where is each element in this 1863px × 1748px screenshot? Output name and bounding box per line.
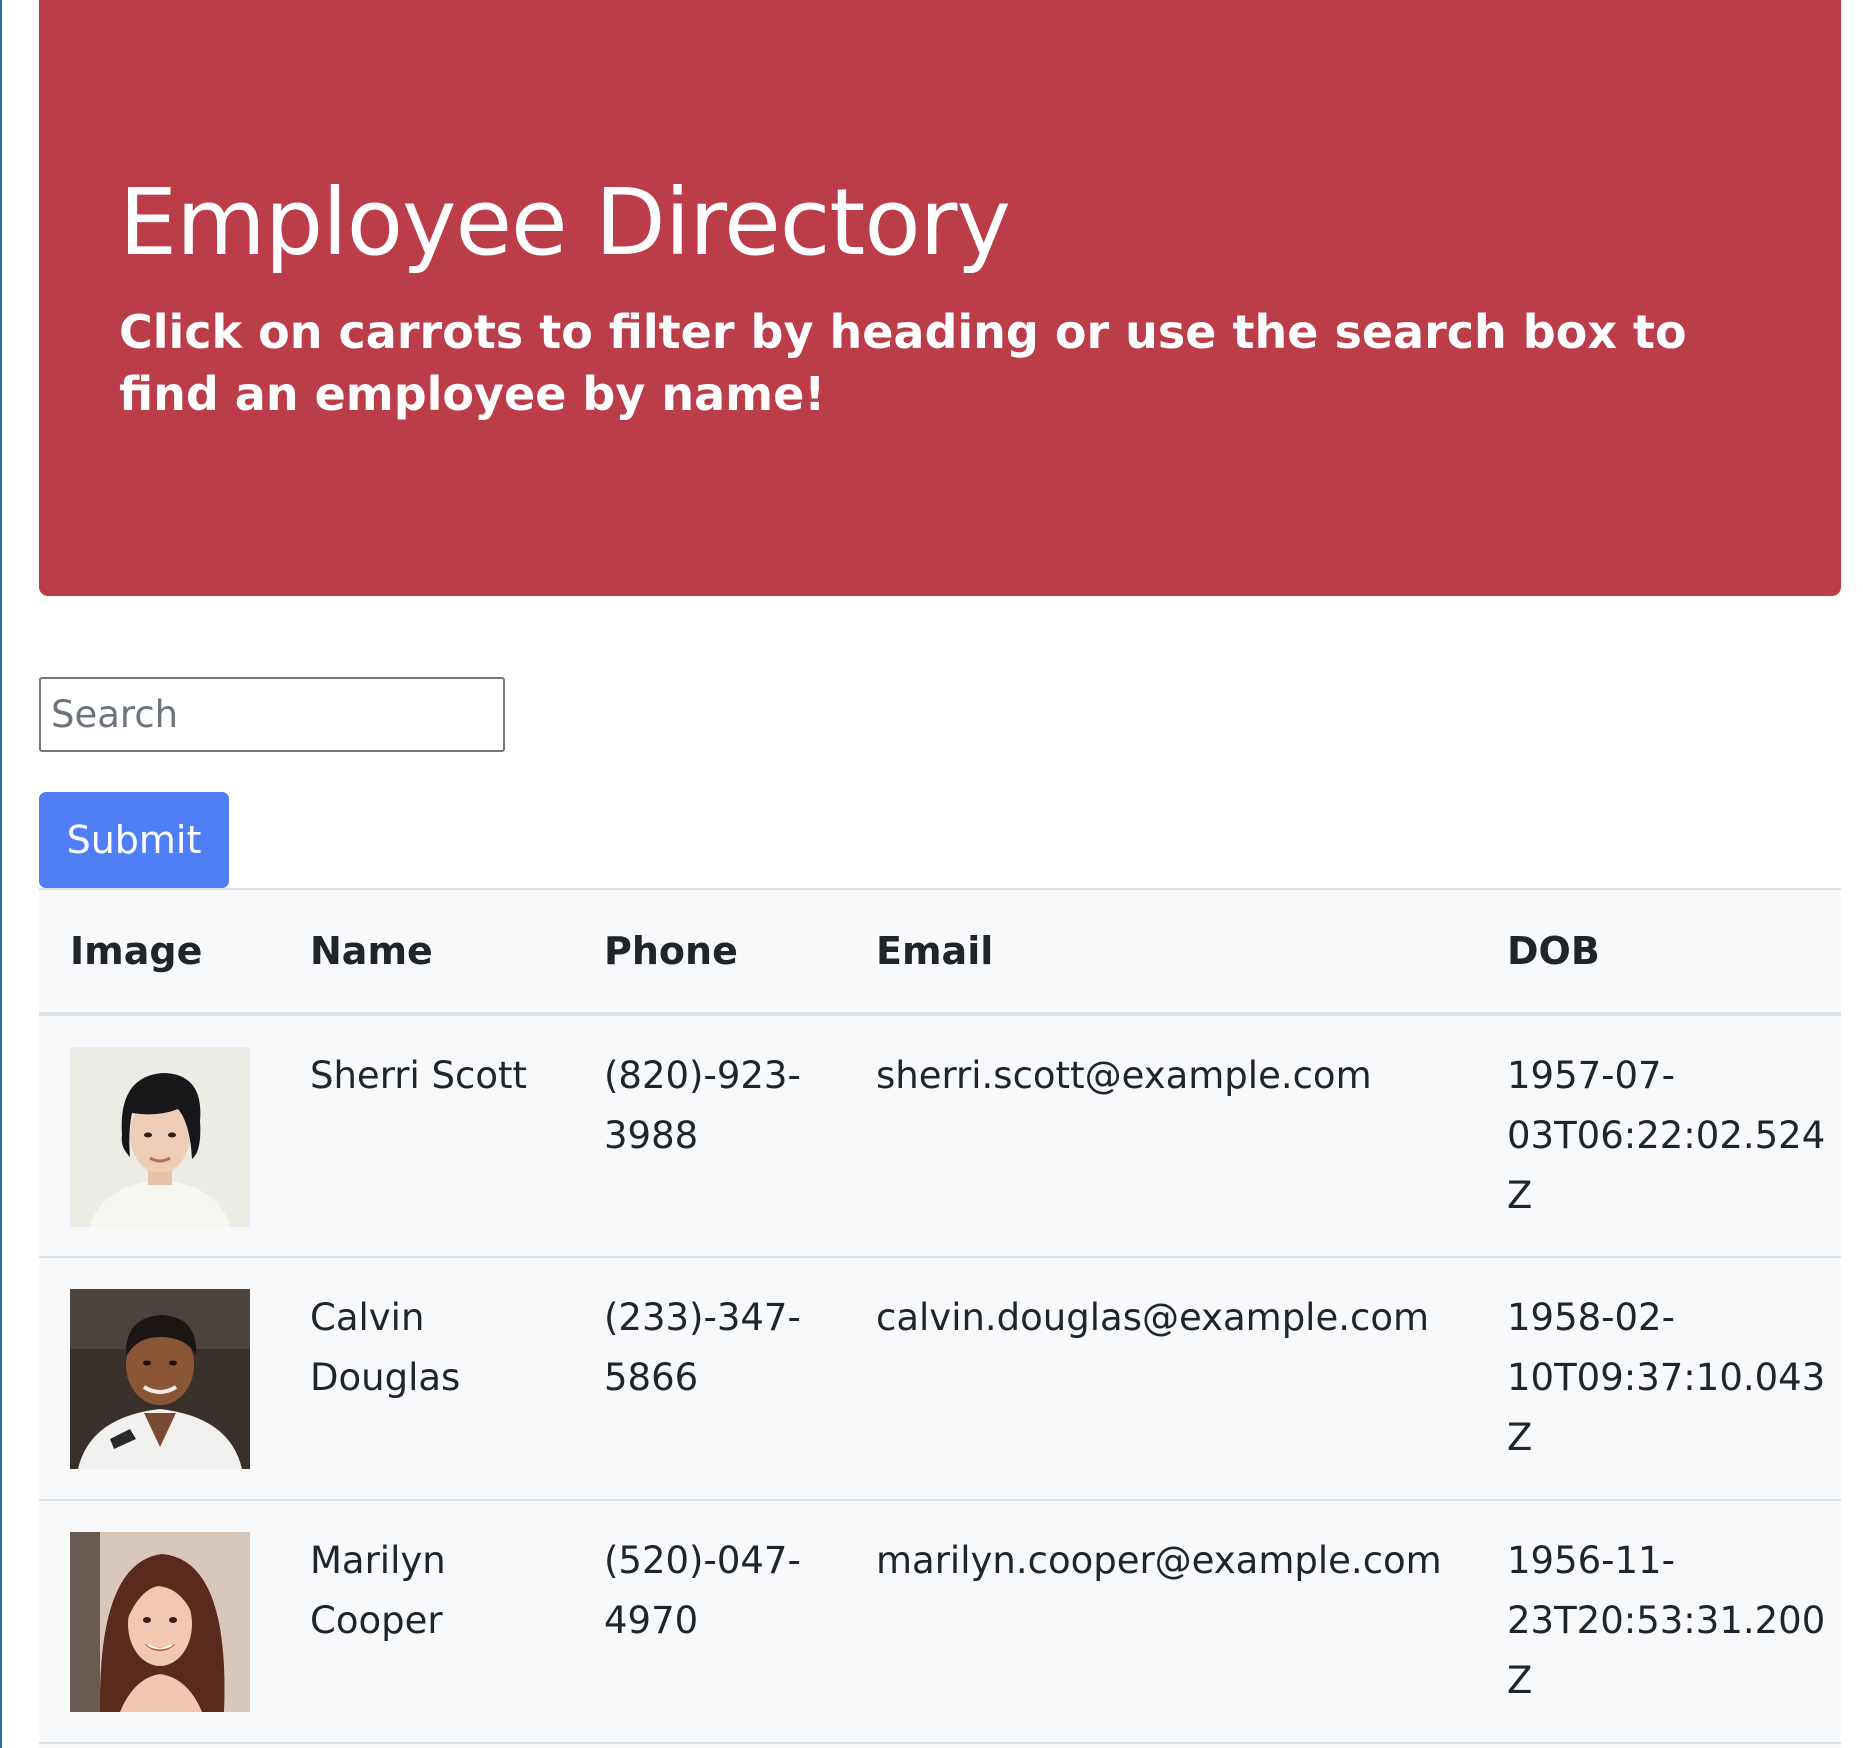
page-title: Employee Directory [119, 169, 1011, 276]
avatar [70, 1047, 250, 1227]
column-header-dob[interactable]: DOB [1476, 890, 1841, 1016]
woman-portrait-icon [70, 1047, 250, 1227]
employee-phone: (520)-047-4970 [573, 1500, 845, 1744]
submit-button[interactable]: Submit [39, 792, 229, 888]
table-row: Calvin Douglas (233)-347-5866 calvin.dou… [39, 1257, 1841, 1501]
column-header-email[interactable]: Email [845, 890, 1476, 1016]
employee-email: calvin.douglas@example.com [845, 1257, 1476, 1501]
page-subtitle: Click on carrots to filter by heading or… [119, 305, 1687, 421]
employee-name: Marilyn Cooper [279, 1500, 573, 1744]
table-row: Sherri Scott (820)-923-3988 sherri.scott… [39, 1014, 1841, 1258]
employee-phone: (820)-923-3988 [573, 1014, 845, 1258]
image-cell [39, 1500, 279, 1744]
image-cell [39, 1014, 279, 1258]
employee-table-container: Image Name Phone Email DOB Sherri Scott … [39, 888, 1841, 1748]
page: Employee Directory Click on carrots to f… [0, 0, 1863, 1748]
table-row: Marilyn Cooper (520)-047-4970 marilyn.co… [39, 1500, 1841, 1744]
image-cell [39, 1257, 279, 1501]
employee-dob: 1957-07-03T06:22:02.524Z [1476, 1014, 1841, 1258]
search-input[interactable] [39, 677, 505, 752]
man-portrait-icon [70, 1289, 250, 1469]
employee-dob: 1956-11-23T20:53:31.200Z [1476, 1500, 1841, 1744]
table-header-row: Image Name Phone Email DOB [39, 890, 1841, 1016]
column-header-phone[interactable]: Phone [573, 890, 845, 1016]
employee-name: Calvin Douglas [279, 1257, 573, 1501]
woman-portrait-icon [70, 1532, 250, 1712]
employee-name: Sherri Scott [279, 1014, 573, 1258]
avatar [70, 1289, 250, 1469]
header-banner: Employee Directory Click on carrots to f… [39, 0, 1841, 596]
employee-email: sherri.scott@example.com [845, 1014, 1476, 1258]
window-left-edge [0, 0, 2, 1748]
employee-email: marilyn.cooper@example.com [845, 1500, 1476, 1744]
employee-table: Image Name Phone Email DOB Sherri Scott … [39, 890, 1841, 1744]
employee-dob: 1958-02-10T09:37:10.043Z [1476, 1257, 1841, 1501]
column-header-image[interactable]: Image [39, 890, 279, 1016]
avatar [70, 1532, 250, 1712]
employee-phone: (233)-347-5866 [573, 1257, 845, 1501]
column-header-name[interactable]: Name [279, 890, 573, 1016]
